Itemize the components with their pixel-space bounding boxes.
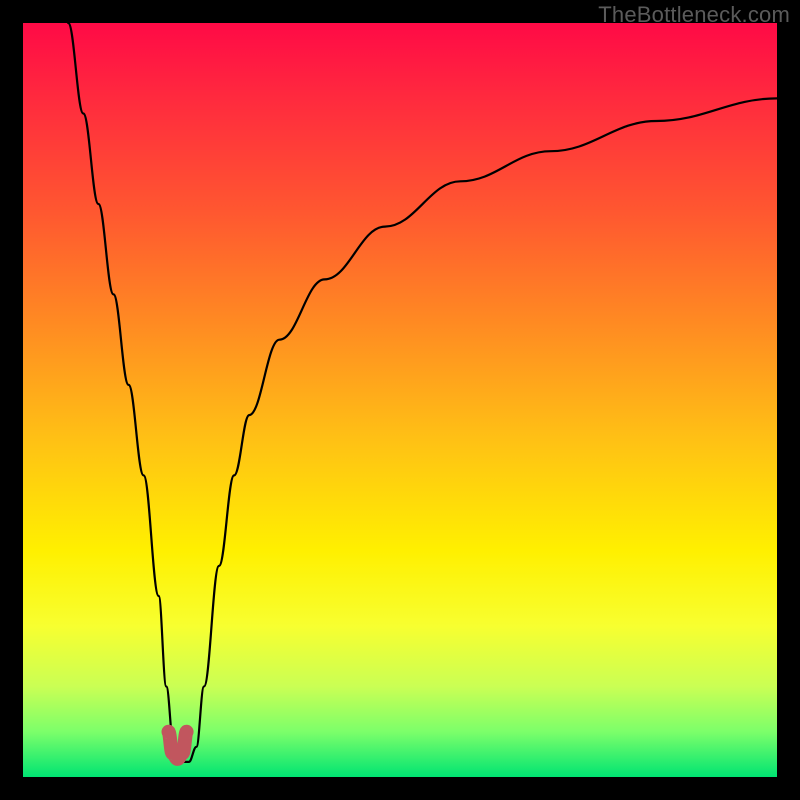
watermark-text: TheBottleneck.com: [598, 2, 790, 28]
chart-svg: [23, 23, 777, 777]
chart-frame: [23, 23, 777, 777]
optimal-marker: [169, 732, 187, 759]
bottleneck-curve: [68, 23, 777, 762]
